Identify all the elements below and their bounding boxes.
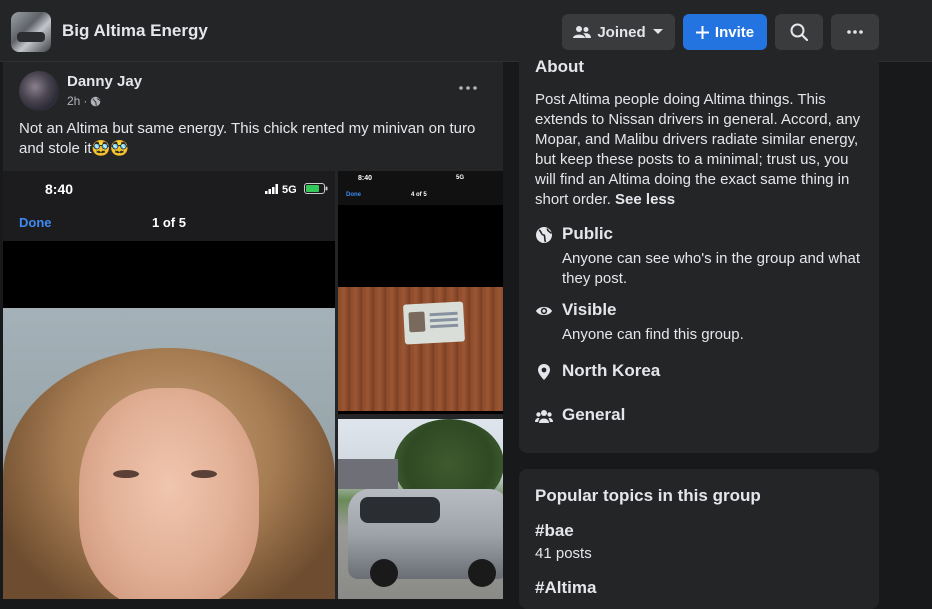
globe-icon — [91, 96, 101, 106]
mini-network-label: 5G — [456, 175, 465, 181]
topic-tag[interactable]: #bae — [535, 521, 574, 541]
meta-separator: · — [83, 94, 88, 108]
people-icon — [573, 26, 592, 38]
post-photo-main[interactable]: 8:40 5G Done 1 of 5 — [3, 171, 335, 599]
location-pin-icon — [538, 364, 550, 380]
about-description-text: Post Altima people doing Altima things. … — [535, 91, 861, 208]
topic-tag[interactable]: #Altima — [535, 578, 596, 598]
phone-done-label: Done — [19, 215, 52, 230]
invite-label: Invite — [714, 23, 755, 41]
chevron-down-icon — [652, 29, 663, 34]
more-dots-icon — [847, 30, 863, 34]
plus-icon — [695, 25, 709, 39]
about-card: About Post Altima people doing Altima th… — [519, 50, 879, 453]
see-less-link[interactable]: See less — [615, 191, 675, 208]
phone-count-label: 1 of 5 — [152, 215, 186, 230]
license-card-image — [402, 301, 466, 345]
selfie-image — [3, 308, 335, 599]
battery-icon — [303, 183, 328, 194]
post-meta: 2h · — [67, 94, 101, 108]
avatar[interactable] — [19, 71, 59, 111]
mini-phone-time: 8:40 — [358, 175, 373, 182]
phone-status-bar: 8:40 5G Done 1 of 5 — [3, 171, 335, 241]
topic-post-count: 41 posts — [535, 545, 592, 562]
about-title: About — [535, 57, 585, 76]
about-description: Post Altima people doing Altima things. … — [535, 90, 865, 210]
about-item-sub: Anyone can see who's in the group and wh… — [562, 250, 861, 287]
mini-done-label: Done — [346, 192, 361, 198]
post-author[interactable]: Danny Jay — [67, 73, 142, 90]
people-icon — [535, 410, 553, 423]
search-button[interactable] — [775, 14, 823, 50]
post-text: Not an Altima but same energy. This chic… — [19, 120, 476, 157]
network-label: 5G — [282, 184, 297, 196]
post-card: Danny Jay 2h · Not an Altima but same en… — [3, 62, 503, 599]
post-time[interactable]: 2h — [67, 94, 80, 108]
popular-topics-card: Popular topics in this group #bae 41 pos… — [519, 469, 879, 609]
post-photo-van[interactable] — [338, 419, 503, 599]
group-title[interactable]: Big Altima Energy — [62, 21, 208, 41]
joined-label: Joined — [597, 23, 646, 41]
mini-count-label: 4 of 5 — [411, 192, 427, 198]
phone-time: 8:40 — [45, 181, 74, 197]
globe-icon — [536, 227, 553, 243]
post-options-button[interactable] — [455, 78, 481, 98]
post-photo-license[interactable]: 8:40 5G Done 4 of 5 — [338, 171, 503, 414]
about-item-label: Visible — [562, 300, 617, 319]
phone-network: 5G — [265, 183, 328, 196]
invite-button[interactable]: Invite — [683, 14, 767, 50]
about-item-label[interactable]: North Korea — [562, 361, 660, 381]
more-options-button[interactable] — [831, 14, 879, 50]
topics-title: Popular topics in this group — [535, 486, 761, 505]
about-item-label[interactable]: General — [562, 405, 625, 425]
about-item-label: Public — [562, 224, 614, 243]
search-icon — [790, 23, 808, 41]
signal-icon — [265, 184, 278, 194]
joined-button[interactable]: Joined — [562, 14, 675, 50]
group-thumbnail[interactable] — [11, 12, 51, 52]
about-item-sub: Anyone can find this group. — [562, 326, 744, 343]
eye-icon — [536, 306, 552, 316]
more-dots-icon — [459, 86, 477, 90]
